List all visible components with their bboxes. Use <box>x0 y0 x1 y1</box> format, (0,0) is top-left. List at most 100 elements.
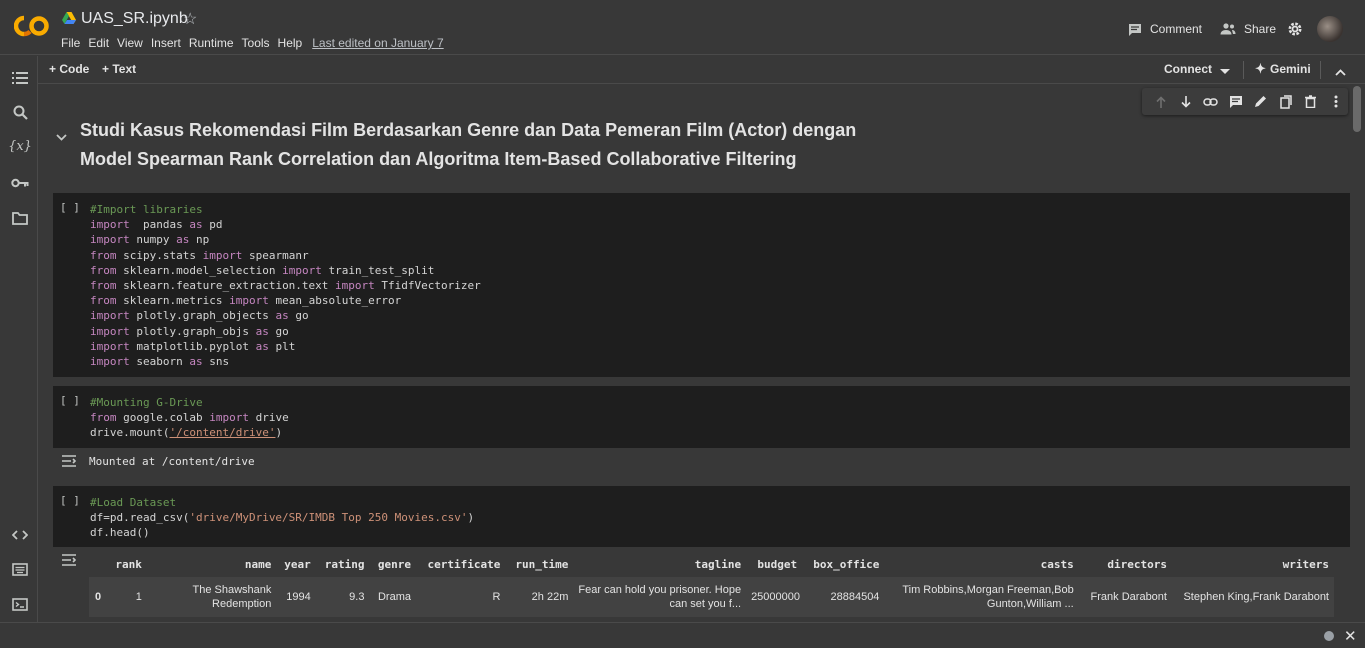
code-cell-mount[interactable]: [ ] #Mounting G-Drive from google.colab i… <box>53 386 1350 448</box>
code-token: from <box>90 294 117 308</box>
menu-tools[interactable]: Tools <box>242 36 270 50</box>
code-line: import plotly.graph_objs as go <box>90 324 481 339</box>
comment-label: Comment <box>1150 22 1203 36</box>
comment-button[interactable]: Comment <box>1128 22 1202 36</box>
link-icon[interactable] <box>1198 92 1223 112</box>
run-cell-button[interactable]: [ ] <box>60 494 80 507</box>
code-editor[interactable]: #Load Dataset df=pd.read_csv('drive/MyDri… <box>90 495 474 541</box>
search-icon[interactable] <box>10 102 30 122</box>
connect-button[interactable]: Connect <box>1164 62 1212 76</box>
close-icon[interactable]: ✕ <box>1344 627 1357 645</box>
column-header: writers <box>1282 557 1329 571</box>
avatar[interactable] <box>1317 16 1343 42</box>
chevron-up-icon[interactable] <box>1335 65 1346 79</box>
table-of-contents-icon[interactable] <box>10 68 30 88</box>
move-up-icon[interactable] <box>1148 92 1173 112</box>
mirror-cell-icon[interactable] <box>1273 92 1298 112</box>
column-header: budget <box>757 557 798 571</box>
code-token: import <box>90 218 130 232</box>
toolbar-divider <box>1243 61 1244 79</box>
code-snippets-icon[interactable] <box>10 525 30 545</box>
code-line: #Load Dataset <box>90 495 474 510</box>
scrollbar-track[interactable] <box>1352 85 1362 622</box>
menu-file[interactable]: File <box>61 36 80 50</box>
status-indicator-icon[interactable] <box>1324 631 1334 641</box>
code-token: as <box>189 355 203 369</box>
cell-toolbar <box>1142 88 1348 115</box>
edit-pencil-icon[interactable] <box>1248 92 1273 112</box>
gemini-button[interactable]: Gemini <box>1270 62 1311 76</box>
collapse-chevron-icon[interactable] <box>56 134 67 141</box>
code-editor[interactable]: #Import libraries import pandas as pd impo… <box>90 202 481 369</box>
output-toggle-icon[interactable] <box>61 454 77 468</box>
table-cell: 2h 22m <box>505 577 574 617</box>
more-vert-icon[interactable] <box>1323 92 1348 112</box>
add-code-button[interactable]: + Code <box>49 62 89 76</box>
column-header: box_office <box>813 557 880 571</box>
column-header: tagline <box>694 557 742 571</box>
table-cell: 1 <box>107 577 147 617</box>
code-line: from google.colab import drive <box>90 410 289 425</box>
delete-icon[interactable] <box>1298 92 1323 112</box>
heading-line-1: Studi Kasus Rekomendasi Film Berdasarkan… <box>80 120 857 140</box>
terminal-icon[interactable] <box>10 594 30 614</box>
column-header: casts <box>1040 557 1074 571</box>
colab-logo-icon[interactable] <box>14 14 50 38</box>
menu-edit[interactable]: Edit <box>88 36 109 50</box>
code-token: matplotlib.pyplot <box>129 339 256 353</box>
add-text-button[interactable]: + Text <box>102 62 136 76</box>
code-editor[interactable]: #Mounting G-Drive from google.colab impor… <box>90 395 289 441</box>
menu-view[interactable]: View <box>117 36 143 50</box>
menu-insert[interactable]: Insert <box>151 36 181 50</box>
code-token: df.head() <box>90 526 150 540</box>
comment-cell-icon[interactable] <box>1223 92 1248 112</box>
code-token: google.colab <box>116 411 210 425</box>
code-token: seaborn <box>129 355 190 369</box>
code-cell-imports[interactable]: [ ] #Import libraries import pandas as pd… <box>53 193 1350 377</box>
command-palette-icon[interactable] <box>10 559 30 579</box>
code-token: scipy.stats <box>116 248 203 262</box>
code-token: np <box>189 233 210 247</box>
code-line: df.head() <box>90 525 474 540</box>
secrets-key-icon[interactable] <box>10 173 30 193</box>
scrollbar-thumb[interactable] <box>1353 86 1361 132</box>
share-label: Share <box>1244 22 1277 36</box>
code-token: 'drive/MyDrive/SR/IMDB Top 250 Movies.cs… <box>189 511 468 525</box>
connect-dropdown-icon[interactable] <box>1220 64 1230 78</box>
column-header: year <box>284 557 311 571</box>
folder-icon[interactable] <box>10 208 30 228</box>
move-down-icon[interactable] <box>1173 92 1198 112</box>
status-bar: ✕ <box>0 622 1365 648</box>
colab-window: UAS_SR.ipynb ☆ File Edit View Insert Run… <box>0 0 1365 648</box>
output-text: Mounted at /content/drive <box>89 455 255 468</box>
code-token: drive.mount( <box>90 426 170 440</box>
table-cell: Frank Darabont <box>1078 577 1172 617</box>
code-line: from sklearn.metrics import mean_absolut… <box>90 293 481 308</box>
code-token: import <box>209 411 249 425</box>
table-cell: 9.3 <box>315 577 370 617</box>
run-cell-button[interactable]: [ ] <box>60 201 80 214</box>
run-cell-button[interactable]: [ ] <box>60 394 80 407</box>
menu-runtime[interactable]: Runtime <box>189 36 234 50</box>
google-drive-icon[interactable] <box>62 12 76 24</box>
variables-icon[interactable]: {x} <box>8 136 32 156</box>
table-cell: Stephen King,Frank Darabont <box>1171 577 1334 617</box>
column-header: rating <box>324 557 365 571</box>
star-icon[interactable]: ☆ <box>183 9 197 29</box>
gemini-sparkle-icon[interactable]: ✦ <box>1255 61 1266 77</box>
code-token: as <box>255 339 269 353</box>
notebook-title[interactable]: UAS_SR.ipynb <box>81 10 188 28</box>
code-token: #Load Dataset <box>90 496 177 509</box>
heading-text: Studi Kasus Rekomendasi Film Berdasarkan… <box>80 116 860 174</box>
code-token: import <box>90 339 130 353</box>
code-cell-load-dataset[interactable]: [ ] #Load Dataset df=pd.read_csv('drive/M… <box>53 486 1350 547</box>
gear-icon[interactable] <box>1287 21 1303 37</box>
code-token: pandas <box>129 218 190 232</box>
code-token: import <box>282 263 322 277</box>
last-edited-link[interactable]: Last edited on January 7 <box>312 36 443 50</box>
code-token: import <box>90 309 130 323</box>
menu-help[interactable]: Help <box>278 36 303 50</box>
output-toggle-icon[interactable] <box>61 553 77 567</box>
code-token: df=pd.read_csv( <box>90 511 190 525</box>
share-button[interactable]: Share <box>1220 22 1276 36</box>
